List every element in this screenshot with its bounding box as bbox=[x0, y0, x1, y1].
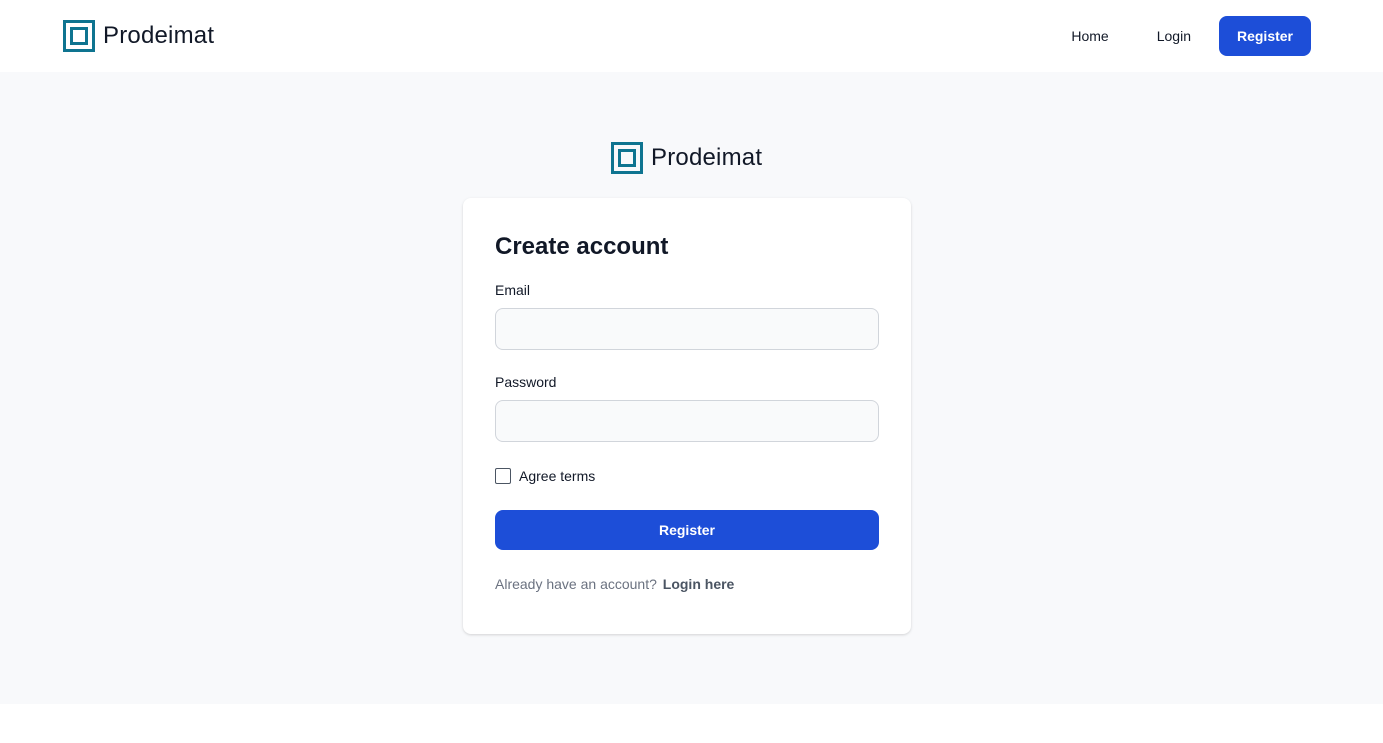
square-frame-logo-icon bbox=[611, 142, 643, 174]
email-field[interactable] bbox=[495, 308, 879, 350]
register-submit-button[interactable]: Register bbox=[495, 510, 879, 550]
login-here-link[interactable]: Login here bbox=[663, 576, 735, 592]
form-title: Create account bbox=[495, 233, 669, 260]
nav-login-link[interactable]: Login bbox=[1133, 16, 1215, 56]
center-brand-link[interactable]: Prodeimat bbox=[611, 142, 762, 174]
terms-row: Agree terms bbox=[495, 466, 879, 486]
center-brand-name: Prodeimat bbox=[651, 144, 763, 171]
email-label: Email bbox=[495, 282, 531, 298]
top-navbar: Prodeimat Home Login Register bbox=[0, 0, 1383, 72]
register-card: Create account Email Password Agree term… bbox=[463, 198, 911, 634]
login-prompt-text: Already have an account? bbox=[495, 576, 657, 592]
nav-register-button[interactable]: Register bbox=[1219, 16, 1311, 56]
square-frame-logo-icon bbox=[63, 20, 95, 52]
password-field[interactable] bbox=[495, 400, 879, 442]
main-content: Prodeimat Create account Email Password … bbox=[0, 72, 1383, 704]
password-label: Password bbox=[495, 374, 557, 390]
agree-terms-label[interactable]: Agree terms bbox=[519, 468, 595, 484]
brand-name: Prodeimat bbox=[103, 22, 215, 49]
brand-home-link[interactable]: Prodeimat bbox=[63, 20, 214, 52]
agree-terms-checkbox[interactable] bbox=[495, 468, 511, 484]
nav-home-link[interactable]: Home bbox=[1047, 16, 1132, 56]
login-prompt: Already have an account? Login here bbox=[495, 576, 879, 592]
nav-links: Home Login Register bbox=[1047, 16, 1311, 56]
